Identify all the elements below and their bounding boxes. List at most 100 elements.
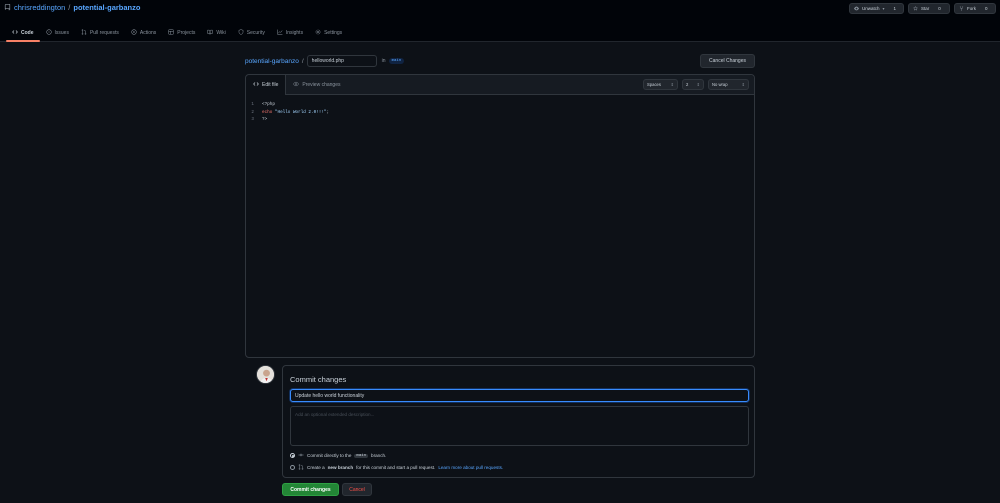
file-editor: Edit file Preview changes Spaces ⇕ 2 ⇕ N… (245, 74, 755, 358)
in-label: in (381, 58, 386, 64)
tab-insights[interactable]: Insights (271, 24, 309, 42)
eye-icon (854, 6, 859, 12)
repo-title: chrisreddington / potential-garbanzo (4, 3, 140, 12)
code-keyword: echo (262, 109, 273, 115)
commit-direct-option[interactable]: Commit directly to the main branch. (290, 452, 386, 459)
chevron-down-icon: ⇕ (696, 82, 700, 87)
cancel-changes-button[interactable]: Cancel Changes (700, 54, 755, 68)
repo-icon (4, 4, 11, 11)
issue-icon (45, 29, 52, 37)
breadcrumb-separator: / (301, 57, 304, 65)
play-icon (131, 29, 137, 37)
editor-options: Spaces ⇕ 2 ⇕ No wrap ⇕ (643, 79, 749, 90)
fork-button[interactable]: Fork 0 (954, 3, 996, 14)
repo-actions: Unwatch ▾ 1 Star 0 Fork 0 (849, 3, 996, 14)
tab-label: Settings (324, 30, 343, 36)
chevron-down-icon: ⇕ (670, 82, 674, 87)
star-label: Star (921, 6, 930, 11)
unwatch-button[interactable]: Unwatch ▾ 1 (849, 3, 904, 14)
commit-direct-prefix: Commit directly to the (307, 453, 352, 458)
star-button[interactable]: Star 0 (908, 3, 950, 14)
commit-changes-button[interactable]: Commit changes (282, 483, 339, 496)
breadcrumb-repo-link[interactable]: potential-garbanzo (245, 58, 299, 65)
commit-direct-radio[interactable] (290, 453, 295, 458)
commit-direct-branch: main (354, 453, 369, 458)
file-breadcrumb: potential-garbanzo / in main (245, 55, 405, 67)
pull-request-icon (298, 464, 304, 471)
tab-code[interactable]: Code (6, 24, 40, 42)
git-commit-icon (298, 452, 304, 459)
tab-wiki[interactable]: Wiki (201, 24, 231, 42)
pr-new-branch: new branch (327, 465, 354, 470)
cancel-button[interactable]: Cancel (342, 483, 372, 496)
fork-icon (959, 5, 964, 12)
code-line: 1 <?php (246, 101, 754, 109)
code-text: ; (326, 109, 330, 115)
repo-nav-tabs: Code Issues Pull requests Actions Projec… (6, 24, 348, 42)
repo-header: chrisreddington / potential-garbanzo Unw… (0, 0, 1000, 42)
commit-message-input[interactable]: Update hello world functionality (290, 389, 749, 402)
editor-toolbar: Edit file Preview changes Spaces ⇕ 2 ⇕ N… (246, 74, 754, 95)
tab-preview-changes[interactable]: Preview changes (286, 75, 347, 95)
preview-changes-label: Preview changes (302, 81, 341, 88)
line-number: 1 (251, 102, 254, 108)
chevron-down-icon: ⇕ (741, 82, 745, 87)
chevron-down-icon: ▾ (882, 6, 885, 11)
star-icon (913, 5, 918, 12)
indent-mode-select[interactable]: Spaces ⇕ (643, 79, 678, 90)
pr-middle: for this commit and start a pull request… (356, 465, 436, 470)
fork-count: 0 (985, 6, 988, 11)
code-line: 3 ?> (246, 116, 754, 124)
tab-edit-file[interactable]: Edit file (246, 74, 287, 95)
code-text: ?> (262, 117, 268, 123)
unwatch-label: Unwatch (862, 6, 880, 11)
code-string: "Hello World 2.0!!!" (272, 109, 327, 115)
shield-icon (238, 29, 244, 37)
tab-security[interactable]: Security (232, 24, 271, 42)
tab-label: Pull requests (89, 30, 119, 36)
filename-input[interactable] (306, 55, 377, 67)
tab-label: Issues (54, 30, 69, 36)
commit-new-branch-option[interactable]: Create a new branch for this commit and … (290, 464, 503, 471)
pr-prefix: Create a (307, 465, 325, 470)
repo-separator: / (68, 3, 71, 12)
pull-request-icon (81, 29, 87, 37)
repo-name-link[interactable]: potential-garbanzo (73, 3, 140, 12)
tab-label: Security (246, 30, 265, 36)
tab-pull-requests[interactable]: Pull requests (75, 24, 125, 42)
tab-settings[interactable]: Settings (309, 24, 348, 42)
eye-icon (293, 81, 300, 89)
commit-title: Commit changes (290, 375, 347, 384)
tab-issues[interactable]: Issues (40, 24, 75, 42)
code-line: 2 echo "Hello World 2.0!!!"; (246, 109, 754, 117)
wrap-mode-select[interactable]: No wrap ⇕ (708, 79, 749, 90)
tab-label: Wiki (216, 30, 226, 36)
graph-icon (277, 29, 283, 37)
code-icon (253, 81, 259, 89)
tab-actions[interactable]: Actions (125, 24, 162, 42)
code-area[interactable]: 1 <?php 2 echo "Hello World 2.0!!!"; 3 ?… (246, 95, 754, 124)
tab-projects[interactable]: Projects (162, 24, 201, 42)
tab-label: Insights (285, 30, 304, 36)
branch-badge: main (388, 58, 405, 64)
code-icon (12, 29, 18, 37)
watch-count: 1 (893, 6, 897, 11)
gear-icon (315, 29, 321, 37)
line-number: 2 (251, 109, 254, 115)
indent-size-value: 2 (686, 82, 689, 87)
tab-label: Actions (139, 30, 157, 36)
book-icon (207, 29, 214, 37)
indent-size-select[interactable]: 2 ⇕ (682, 79, 704, 90)
commit-description-field[interactable]: Add an optional extended description... (290, 406, 749, 446)
commit-form: Commit changes Update hello world functi… (282, 365, 755, 478)
tab-label: Code (21, 30, 34, 36)
code-text: <?php (262, 102, 275, 108)
indent-mode-value: Spaces (647, 82, 661, 87)
commit-new-branch-radio[interactable] (290, 465, 295, 470)
learn-more-pr-link[interactable]: Learn more about pull requests. (438, 465, 503, 470)
repo-owner-link[interactable]: chrisreddington (14, 3, 65, 12)
edit-file-label: Edit file (262, 81, 279, 88)
tab-label: Projects (177, 30, 196, 36)
table-icon (168, 29, 174, 37)
wrap-mode-value: No wrap (712, 82, 728, 87)
